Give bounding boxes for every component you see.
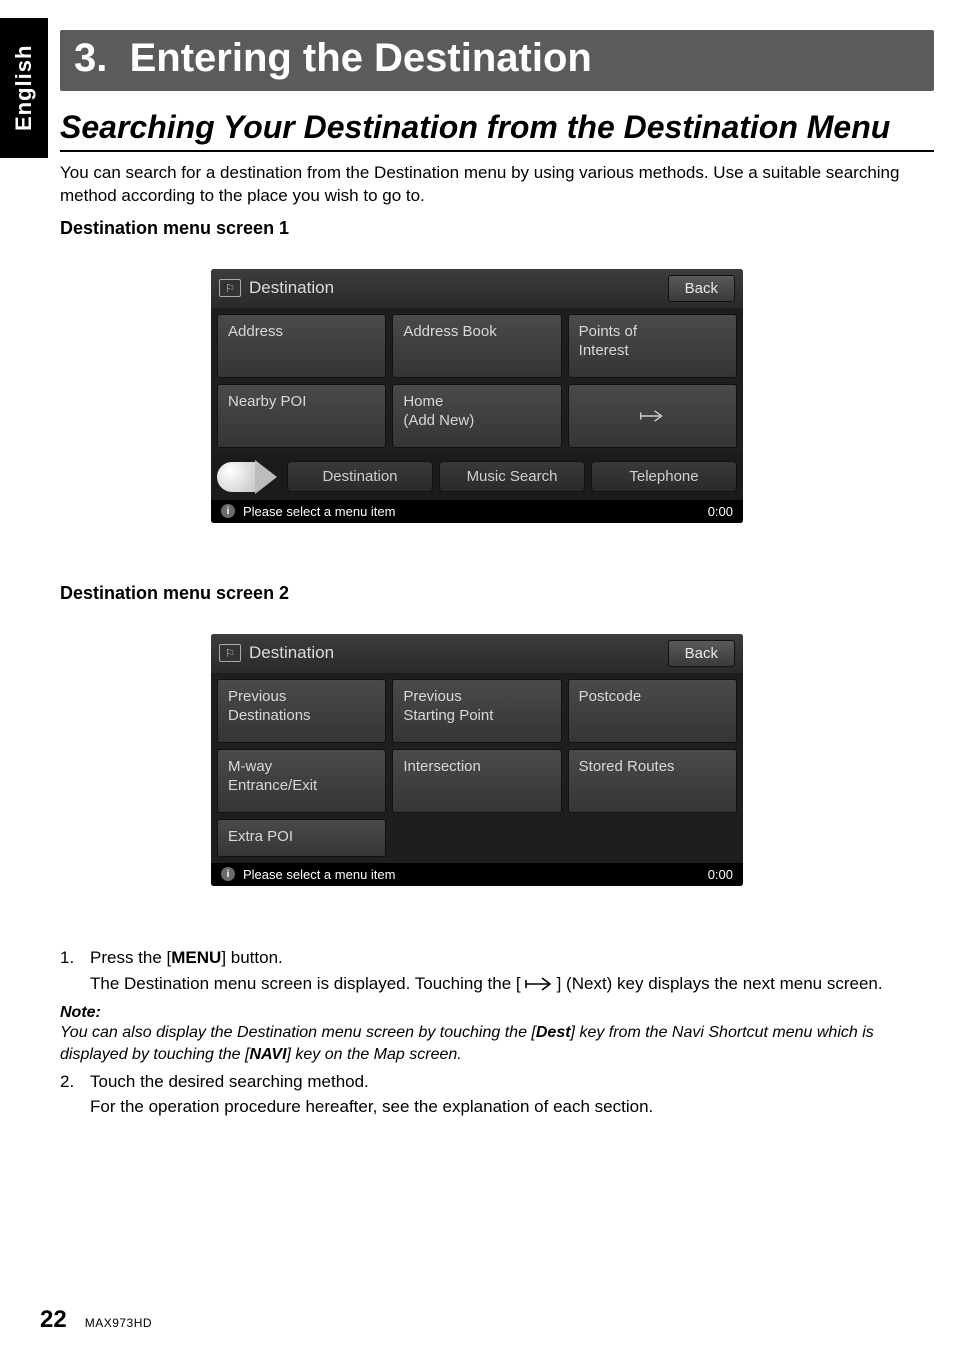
step-2: 2. Touch the desired searching method. xyxy=(60,1070,934,1094)
tile-home[interactable]: Home (Add New) xyxy=(392,384,561,448)
next-arrow-icon xyxy=(639,407,665,425)
tile-label: Intersection xyxy=(403,758,481,777)
tile-label: Address Book xyxy=(403,323,496,342)
tile-label: Postcode xyxy=(579,688,642,707)
screen1-statusbar: i Please select a menu item 0:00 xyxy=(211,500,743,523)
note-body: You can also display the Destination men… xyxy=(60,1022,934,1065)
chapter-number: 3. xyxy=(74,36,107,80)
status-time: 0:00 xyxy=(708,504,733,519)
info-icon: i xyxy=(221,867,235,881)
chapter-title-bar: 3. Entering the Destination xyxy=(60,30,934,91)
tile-previous-starting-point[interactable]: Previous Starting Point xyxy=(392,679,561,743)
tile-label: M-way Entrance/Exit xyxy=(228,758,317,796)
tile-address-book[interactable]: Address Book xyxy=(392,314,561,378)
status-text: Please select a menu item xyxy=(243,504,395,519)
tile-extra-poi[interactable]: Extra POI xyxy=(217,819,386,857)
page-number: 22 xyxy=(40,1306,67,1334)
screen1-caption: Destination menu screen 1 xyxy=(60,218,934,239)
tab-music-search[interactable]: Music Search xyxy=(439,461,585,492)
section-rule xyxy=(60,150,934,152)
status-time: 0:00 xyxy=(708,867,733,882)
note-heading: Note: xyxy=(60,1004,934,1022)
screen2-title: Destination xyxy=(249,643,334,663)
tile-next[interactable] xyxy=(568,384,737,448)
menu-button-label: MENU xyxy=(171,948,221,967)
info-icon: i xyxy=(221,504,235,518)
tile-points-of-interest[interactable]: Points of Interest xyxy=(568,314,737,378)
tile-previous-destinations[interactable]: Previous Destinations xyxy=(217,679,386,743)
next-arrow-inline-icon xyxy=(524,975,554,999)
back-button[interactable]: Back xyxy=(668,275,735,302)
tile-mway-entrance-exit[interactable]: M-way Entrance/Exit xyxy=(217,749,386,813)
step-number: 2. xyxy=(60,1070,82,1094)
step1-cont-a: The Destination menu screen is displayed… xyxy=(90,974,521,993)
tile-label: Points of Interest xyxy=(579,323,637,361)
screenshot-2: ⚐ Destination Back Previous Destinations… xyxy=(211,634,743,886)
step-1-cont: The Destination menu screen is displayed… xyxy=(60,972,934,999)
intro-text: You can search for a destination from th… xyxy=(60,162,934,208)
destination-flag-icon: ⚐ xyxy=(219,279,241,297)
step-number: 1. xyxy=(60,946,82,970)
destination-flag-icon: ⚐ xyxy=(219,644,241,662)
screen2-titlebar: ⚐ Destination Back xyxy=(211,634,743,673)
nav-arrow-icon[interactable] xyxy=(217,460,281,494)
dest-key-label: Dest xyxy=(536,1024,571,1041)
step1-text-post: ] button. xyxy=(221,948,282,967)
tile-label: Extra POI xyxy=(228,828,293,847)
tile-label: Nearby POI xyxy=(228,393,306,412)
back-button[interactable]: Back xyxy=(668,640,735,667)
page-footer: 22 MAX973HD xyxy=(40,1306,152,1334)
screen1-title: Destination xyxy=(249,278,334,298)
tile-label: Previous Starting Point xyxy=(403,688,493,726)
tab-telephone[interactable]: Telephone xyxy=(591,461,737,492)
screen2-caption: Destination menu screen 2 xyxy=(60,583,934,604)
status-text: Please select a menu item xyxy=(243,867,395,882)
navi-key-label: NAVI xyxy=(249,1046,286,1063)
tile-intersection[interactable]: Intersection xyxy=(392,749,561,813)
model-number: MAX973HD xyxy=(85,1316,152,1330)
tile-address[interactable]: Address xyxy=(217,314,386,378)
step-2-cont: For the operation procedure hereafter, s… xyxy=(60,1095,934,1119)
tile-label: Previous Destinations xyxy=(228,688,311,726)
tab-destination[interactable]: Destination xyxy=(287,461,433,492)
screen2-statusbar: i Please select a menu item 0:00 xyxy=(211,863,743,886)
step-1: 1. Press the [MENU] button. xyxy=(60,946,934,970)
tile-label: Address xyxy=(228,323,283,342)
screenshot-1: ⚐ Destination Back Address Address Book … xyxy=(211,269,743,523)
screen1-titlebar: ⚐ Destination Back xyxy=(211,269,743,308)
language-tab: English xyxy=(0,18,48,158)
tile-label: Home (Add New) xyxy=(403,393,474,431)
step1-text-pre: Press the [ xyxy=(90,948,171,967)
tile-postcode[interactable]: Postcode xyxy=(568,679,737,743)
note-text-a: You can also display the Destination men… xyxy=(60,1024,536,1041)
tile-nearby-poi[interactable]: Nearby POI xyxy=(217,384,386,448)
step1-cont-b: ] (Next) key displays the next menu scre… xyxy=(557,974,883,993)
section-title: Searching Your Destination from the Dest… xyxy=(60,109,934,146)
note-text-c: ] key on the Map screen. xyxy=(287,1046,462,1063)
tile-label: Stored Routes xyxy=(579,758,675,777)
tile-stored-routes[interactable]: Stored Routes xyxy=(568,749,737,813)
chapter-title-text: Entering the Destination xyxy=(130,36,592,80)
step2-text: Touch the desired searching method. xyxy=(90,1070,369,1094)
